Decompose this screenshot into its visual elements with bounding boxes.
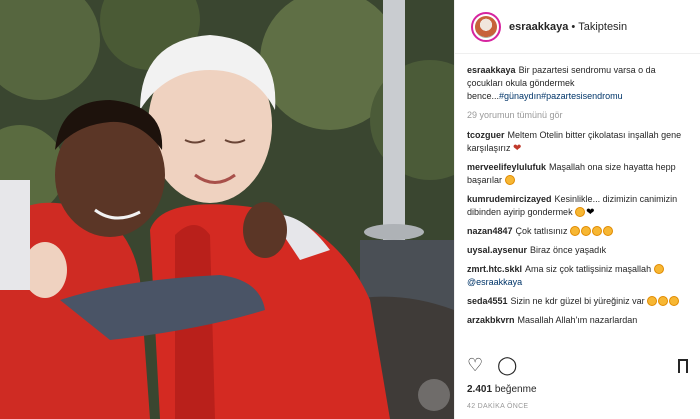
black-heart-emoji-icon: ❤ — [586, 207, 595, 218]
comments-list: esraakkaya Bir pazartesi sendromu varsa o… — [455, 54, 700, 327]
separator-dot: • — [571, 20, 576, 33]
comment-item: nazan4847 Çok tatlısınız — [467, 225, 688, 238]
comment-item: zmrt.htc.skkl Ama siz çok tatlişsiniz maş… — [467, 263, 688, 289]
comment-item: seda4551 Sizin ne kdr güzel bi yüreğiniz … — [467, 295, 688, 308]
comment-item: arzakbkvrn Masallah Allah'ım nazarlardan — [467, 314, 688, 327]
post-sidebar: esraakkaya • Takiptesin esraakkaya Bir pa… — [454, 0, 700, 419]
follow-status-button[interactable]: Takiptesin — [578, 21, 627, 33]
comment-text: Çok tatlısınız — [515, 226, 568, 236]
cat-emoji-icon — [575, 207, 586, 217]
comment-item: tcozguer Meltem Otelin bitter çikolatası … — [467, 129, 688, 155]
avatar[interactable] — [471, 11, 501, 42]
heart-eyes-emoji-icon — [669, 296, 680, 306]
post-timestamp: 42 DAKİKA ÖNCE — [467, 403, 529, 410]
comment-item: merveelifeylulufuk Maşallah ona size haya… — [467, 161, 688, 187]
comment-username[interactable]: uysal.aysenur — [467, 245, 527, 255]
comment-username[interactable]: merveelifeylulufuk — [467, 162, 546, 172]
comment-username[interactable]: tcozguer — [467, 130, 505, 140]
heart-eyes-emoji-icon — [592, 226, 603, 236]
heart-eyes-emoji-icon — [647, 296, 658, 306]
comment-item: uysal.aysenur Biraz önce yaşadık — [467, 244, 688, 257]
avatar-image — [475, 15, 497, 38]
heart-eyes-emoji-icon — [603, 226, 614, 236]
heart-eyes-emoji-icon — [658, 296, 669, 306]
comment-username[interactable]: zmrt.htc.skkl — [467, 264, 522, 274]
comment-text: Ama siz çok tatlişsiniz maşallah — [525, 264, 652, 274]
comment-username[interactable]: arzakbkvrn — [467, 315, 515, 325]
comment-username[interactable]: nazan4847 — [467, 226, 513, 236]
likes-number: 2.401 — [467, 384, 493, 395]
comment-text: Sizin ne kdr güzel bi yüreğiniz var — [510, 296, 645, 306]
comment-item: kumrudemircizayed Kesinlikle... dizimizin… — [467, 193, 688, 219]
see-all-comments-link[interactable]: 29 yorumun tümünü gör — [467, 109, 688, 122]
comment-username[interactable]: seda4551 — [467, 296, 508, 306]
likes-label: beğenme — [494, 384, 537, 395]
post-header: esraakkaya • Takiptesin — [455, 0, 700, 54]
action-bar: ♡ ◯ — [467, 355, 688, 378]
comment-text: Biraz önce yaşadık — [530, 245, 607, 255]
caption-username[interactable]: esraakkaya — [467, 65, 516, 75]
likes-count[interactable]: 2.401 beğenme — [467, 384, 537, 395]
comment-username[interactable]: kumrudemircizayed — [467, 194, 552, 204]
bookmark-icon[interactable] — [678, 358, 688, 378]
post-photo[interactable] — [0, 0, 454, 419]
caption-hashtags[interactable]: #günaydın#pazartesisendromu — [499, 91, 623, 101]
comment-bubble-icon[interactable]: ◯ — [497, 355, 517, 376]
caption: esraakkaya Bir pazartesi sendromu varsa o… — [467, 64, 688, 103]
smile-emoji-icon — [504, 175, 515, 185]
heart-eyes-emoji-icon — [570, 226, 581, 236]
photo-illustration — [0, 0, 454, 419]
heart-outline-icon[interactable]: ♡ — [467, 355, 483, 376]
broken-heart-emoji-icon: ❤ — [513, 143, 522, 154]
header-username[interactable]: esraakkaya — [509, 21, 568, 33]
heart-eyes-emoji-icon — [581, 226, 592, 236]
heart-eyes-emoji-icon — [653, 264, 664, 274]
instagram-post: esraakkaya • Takiptesin esraakkaya Bir pa… — [0, 0, 700, 419]
comment-mention[interactable]: @esraakkaya — [467, 277, 522, 287]
comment-text: Masallah Allah'ım nazarlardan — [517, 315, 638, 325]
